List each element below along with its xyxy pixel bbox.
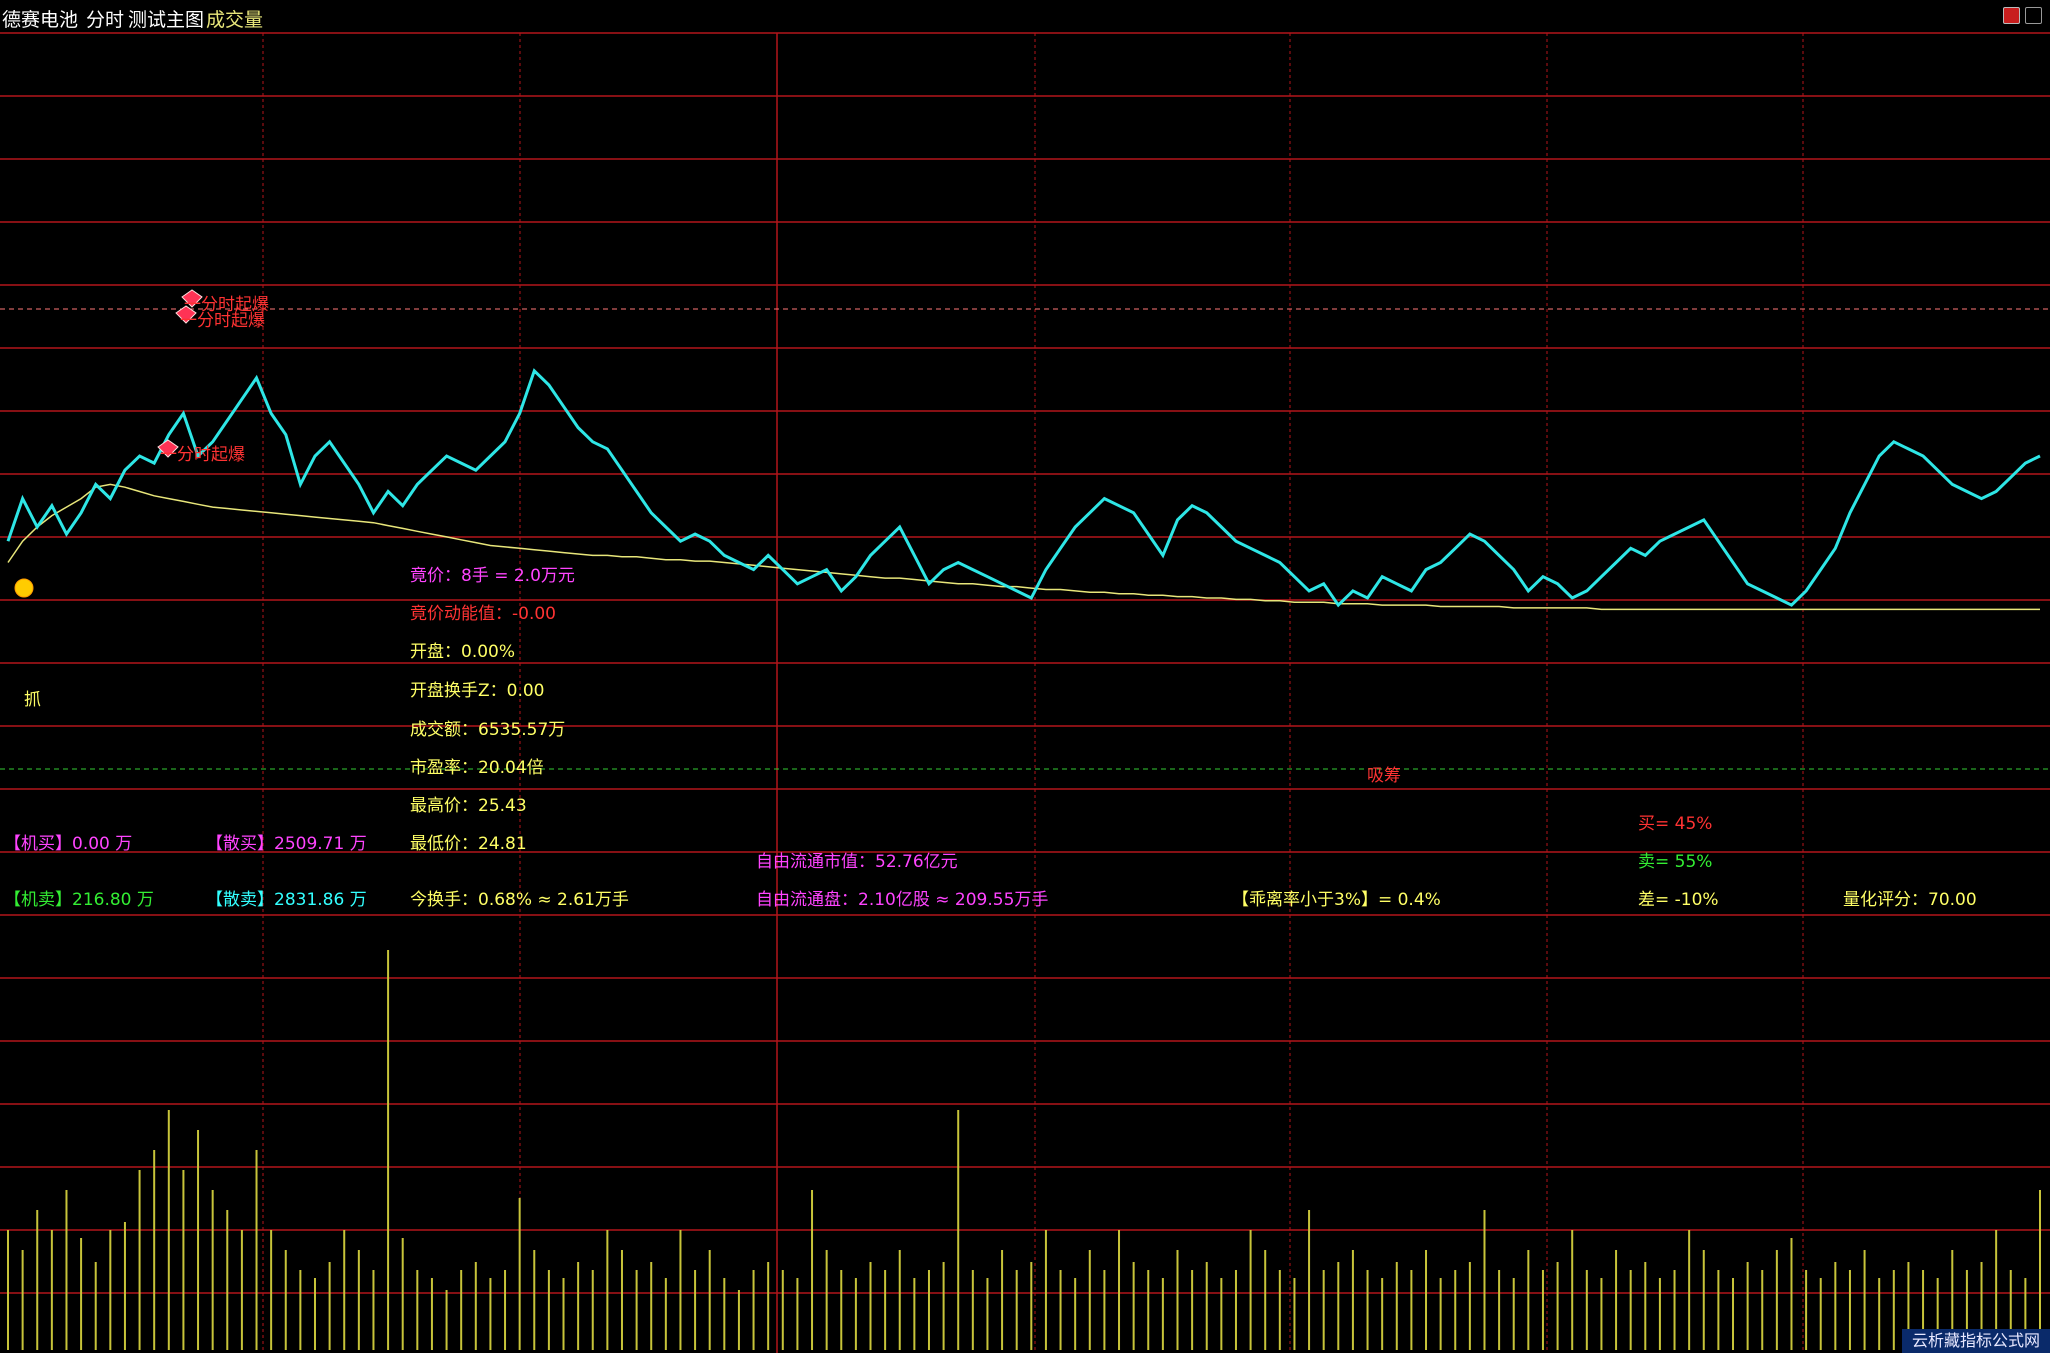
marker-label: 一分时起爆	[180, 311, 265, 331]
stat-diff-pct: 差= -10%	[1638, 890, 1719, 910]
stat-open: 开盘：0.00%	[410, 642, 516, 662]
stat-free-float-value: 自由流通市值：52.76亿元	[756, 852, 958, 872]
stock-name[interactable]: 德赛电池	[2, 5, 78, 32]
smiley-icon	[14, 578, 34, 598]
flow-inst-buy-label: 【机买】	[4, 834, 72, 854]
stat-free-float-shares: 自由流通盘：2.10亿股 ≈ 209.55万手	[756, 890, 1049, 910]
stat-buy-pct: 买= 45%	[1638, 814, 1713, 834]
stat-quant-score: 量化评分：70.00	[1843, 890, 1977, 910]
flow-retail-buy-label: 【散买】	[206, 834, 274, 854]
stat-sell-pct: 卖= 55%	[1638, 852, 1713, 872]
stat-auction: 竟价：8手 = 2.0万元	[410, 566, 575, 586]
flow-inst-buy-value: 0.00 万	[72, 834, 133, 854]
price-line	[6, 368, 2041, 608]
stat-pe: 市盈率：20.04倍	[410, 758, 544, 778]
marker-suck: 吸筹	[1367, 766, 1401, 786]
flow-inst-sell-label: 【机卖】	[4, 890, 72, 910]
stat-turnover-amount: 成交额：6535.57万	[410, 720, 566, 740]
stat-auction-momentum: 竟价动能值：-0.00	[410, 604, 556, 624]
main-chart-name[interactable]: 测试主图	[128, 5, 204, 32]
flow-inst-sell-value: 216.80 万	[72, 890, 154, 910]
intraday-chart-svg[interactable]	[0, 0, 2050, 1353]
flow-retail-sell-label: 【散卖】	[206, 890, 274, 910]
close-icon[interactable]	[2025, 7, 2042, 24]
view-mode[interactable]: 分时	[86, 5, 124, 32]
marker-label: 一分时起爆	[160, 445, 245, 465]
flow-inst-sell: 【机卖】216.80 万	[4, 890, 154, 910]
stat-high: 最高价：25.43	[410, 796, 527, 816]
average-price-line	[7, 483, 2040, 611]
flow-inst-buy: 【机买】0.00 万	[4, 834, 132, 854]
intraday-chart-stage[interactable]: 德赛电池 分时 测试主图 成交量 一分时起爆 一分时起爆 一分时起爆 抓 吸筹 …	[0, 0, 2050, 1353]
indicator-name[interactable]: 成交量	[206, 5, 263, 32]
flow-retail-buy-value: 2509.71 万	[274, 834, 367, 854]
restore-icon[interactable]	[2003, 7, 2020, 24]
stat-low: 最低价：24.81	[410, 834, 527, 854]
stat-deviation: 【乖离率小于3%】= 0.4%	[1232, 890, 1441, 910]
watermark-logo: 云析藏指标公式网	[1902, 1329, 2050, 1353]
marker-grab: 抓	[24, 690, 41, 710]
flow-retail-sell: 【散卖】2831.86 万	[206, 890, 367, 910]
flow-retail-buy: 【散买】2509.71 万	[206, 834, 367, 854]
stat-open-turnover: 开盘换手Z：0.00	[410, 681, 545, 701]
flow-retail-sell-value: 2831.86 万	[274, 890, 367, 910]
stat-today-turnover: 今换手：0.68% ≈ 2.61万手	[410, 890, 629, 910]
title-bar: 德赛电池 分时 测试主图 成交量	[0, 0, 2050, 34]
